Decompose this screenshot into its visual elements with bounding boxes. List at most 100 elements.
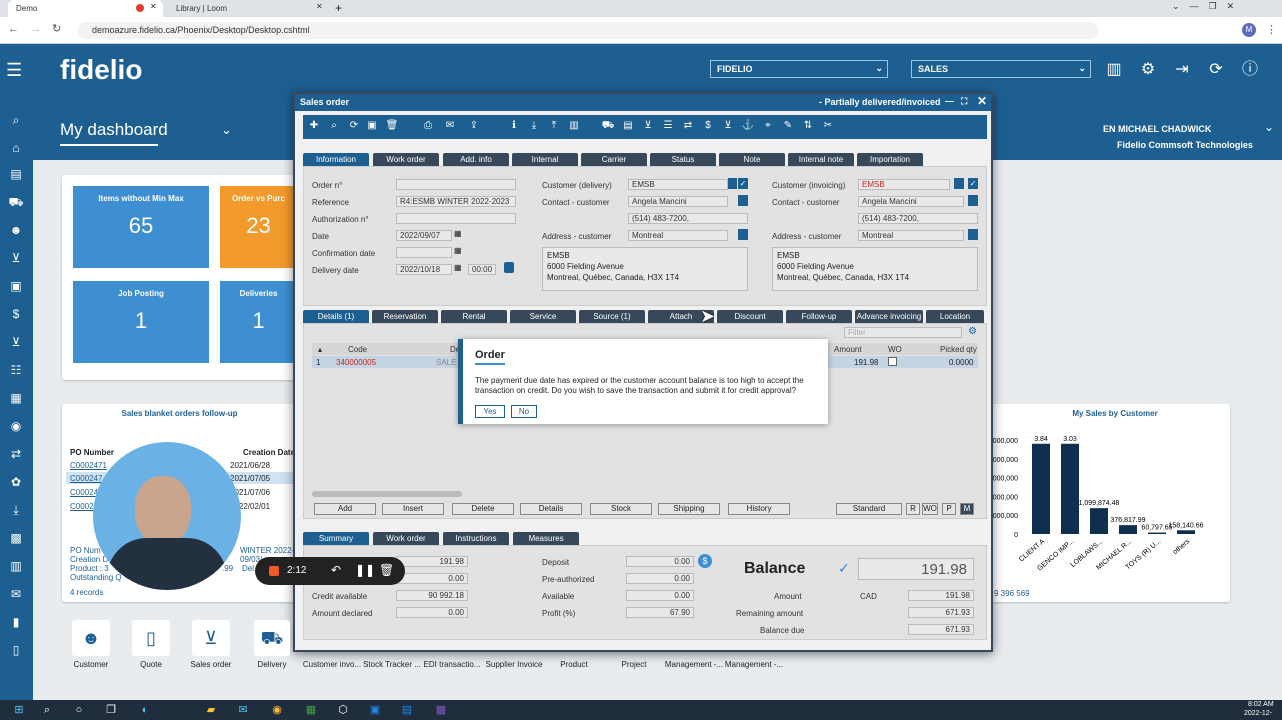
tab-internal[interactable]: Internal [512,153,578,166]
upload-icon[interactable]: ⤒ [547,119,561,133]
url-field[interactable]: demoazure.fidelio.ca/Phoenix/Desktop/Des… [78,22,1098,39]
p-button[interactable]: P [942,503,956,515]
tab-advance-invoicing[interactable]: Advance invoicing [855,310,923,323]
structure-icon[interactable]: ☷ [6,360,26,380]
delete-button[interactable]: Delete [452,503,514,515]
stats-icon[interactable]: ▮ [6,612,26,632]
refresh-icon[interactable]: ⟳ [347,119,361,133]
po-link[interactable]: C000247 [70,474,102,483]
chart-icon[interactable]: ▤ [6,164,26,184]
truck-icon[interactable]: ⛟ [601,119,615,133]
shipping-button[interactable]: Shipping [658,503,720,515]
file-explorer-icon[interactable]: ▰ [204,703,218,717]
edi-transactions-app-label[interactable]: EDI transactio... [422,660,482,669]
company-select[interactable]: FIDELIO ⌄ [710,60,888,78]
tab-source[interactable]: Source (1) [579,310,645,323]
download-icon[interactable]: ⤓ [6,500,26,520]
box-icon[interactable]: ▦ [6,388,26,408]
history-button[interactable]: History [728,503,790,515]
undo-icon[interactable]: ↶ [331,563,341,577]
list-icon[interactable]: ☰ [661,119,675,133]
task-view-icon[interactable]: ❐ [104,703,118,717]
no-button[interactable]: No [511,405,537,418]
tile-job-posting[interactable]: Job Posting 1 [73,281,209,363]
tab-internal-note[interactable]: Internal note [788,153,854,166]
transfer-icon[interactable]: ⇄ [681,119,695,133]
download-icon[interactable]: ⤓ [527,119,541,133]
tab-work-order[interactable]: Work order [373,153,439,166]
cart-icon[interactable]: ⊻ [721,119,735,133]
gear-icon[interactable]: ⚙ [1138,60,1158,80]
back-icon[interactable]: ← [8,23,19,35]
info-icon[interactable]: ⓘ [1240,60,1260,80]
tile-order-vs-purchase[interactable]: Order vs Purc 23 [220,186,297,268]
search-icon[interactable]: ⌕ [327,119,341,133]
delivery-app-label[interactable]: Delivery [242,660,302,669]
add-address-icon[interactable] [968,229,978,240]
filter-input[interactable]: Filter [844,327,962,338]
lookup-button[interactable] [954,178,964,189]
search-icon[interactable]: ⌕ [6,110,26,130]
outlook-icon[interactable]: ▣ [368,703,382,717]
project-app-label[interactable]: Project [604,660,664,669]
col-amount[interactable]: Amount [834,345,862,354]
tab-information[interactable]: Information [303,153,369,166]
management-app-label[interactable]: Management -... [724,660,784,669]
chart-icon[interactable]: ▥ [567,119,581,133]
forward-icon[interactable]: → [30,23,41,35]
grid-icon[interactable]: ▩ [6,528,26,548]
excel-icon[interactable]: ▦ [304,703,318,717]
chrome-icon[interactable]: ◉ [270,703,284,717]
app-icon[interactable]: ⬡ [336,703,350,717]
chart-bar[interactable] [1148,532,1166,534]
cart-icon[interactable]: ⊻ [6,332,26,352]
sort-icon[interactable]: ▴ [318,345,322,354]
mail-icon[interactable]: ✉ [236,703,250,717]
tab-add-info[interactable]: Add. info [443,153,509,166]
info-icon[interactable]: ℹ [507,119,521,133]
horizontal-scrollbar[interactable] [312,491,462,497]
r-button[interactable]: R [906,503,920,515]
window-controls[interactable]: ⌄ — ❐ ✕ [1172,1,1234,12]
sales-order-app-label[interactable]: Sales order [181,660,241,669]
reference-field[interactable]: R4:ESMB WINTER 2022-2023 [396,196,516,207]
col-picked-qty[interactable]: Picked qty [940,345,977,354]
chevron-down-icon[interactable]: ⌄ [1264,120,1274,134]
add-address-icon[interactable] [738,229,748,240]
tile-deliveries[interactable]: Deliveries 1 [220,281,297,363]
globe-icon[interactable]: ◉ [6,416,26,436]
new-icon[interactable]: ✚ [307,119,321,133]
contact-invoicing-field[interactable]: Angela Mancini [858,196,964,207]
sales-order-app-icon[interactable]: ⊻ [192,620,230,656]
edge-icon[interactable]: ◐ [138,703,152,717]
quote-app-icon[interactable]: ▯ [132,620,170,656]
row-code[interactable]: 340000005 [336,358,376,367]
date-field[interactable]: 2022/09/07 [396,230,452,241]
save-icon[interactable]: ▣ [365,119,379,133]
settings-icon[interactable]: ✿ [6,472,26,492]
word-icon[interactable]: ▤ [400,703,414,717]
sort-icon[interactable]: ⇅ [801,119,815,133]
checkbox-checked[interactable]: ✓ [968,178,978,189]
wo-button[interactable]: WO [922,503,938,515]
calendar-icon[interactable]: ▦ [454,263,462,272]
add-button[interactable]: Add [314,503,376,515]
address-customer-field[interactable]: Montreal [628,230,728,241]
tab-follow-up[interactable]: Follow-up [786,310,852,323]
tab-measures[interactable]: Measures [513,532,579,545]
tab-carrier[interactable]: Carrier [581,153,647,166]
customer-delivery-field[interactable]: EMSB [628,179,728,190]
browser-tab-demo[interactable]: Demo ✕ [8,0,163,17]
tab-work-order[interactable]: Work order [373,532,439,545]
po-link[interactable]: C00024 [70,488,98,497]
contact-customer-field[interactable]: Angela Mancini [628,196,728,207]
pin-icon[interactable]: ⌖ [761,119,775,133]
tab-summary[interactable]: Summary [303,532,369,545]
module-select[interactable]: SALES ⌄ [911,60,1091,78]
authorization-field[interactable] [396,213,516,224]
calendar-icon[interactable]: ▦ [454,246,462,255]
report-icon[interactable]: ▥ [6,556,26,576]
tab-instructions[interactable]: Instructions [443,532,509,545]
search-icon[interactable]: ⌕ [40,703,54,717]
delivery-time-field[interactable]: 00:00 [468,264,496,275]
